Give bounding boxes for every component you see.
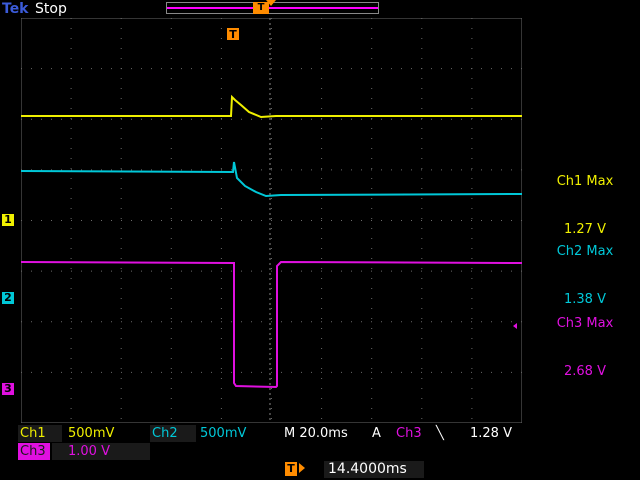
timebase-readout[interactable]: M 20.0ms — [282, 425, 372, 442]
ch1-scale[interactable]: 500mV — [64, 425, 148, 442]
ch3-max-readout: Ch3 Max 2.68 V — [540, 284, 630, 396]
trigger-marker-label: T — [229, 28, 237, 41]
ch1-max-label: Ch1 Max — [556, 174, 614, 189]
ch3-max-value: 2.68 V — [564, 364, 606, 379]
trigger-slope-icon: ╲ — [436, 426, 444, 441]
trigger-source[interactable]: Ch3 — [396, 425, 428, 442]
trigger-position-arrow-icon — [299, 463, 305, 473]
ch2-max-label: Ch2 Max — [556, 244, 614, 259]
ch3-scale[interactable]: 1.00 V — [52, 443, 150, 460]
ch2-ground-marker[interactable]: 2 — [2, 292, 14, 304]
record-bar-fill — [167, 7, 378, 9]
trigger-mode: A — [372, 426, 381, 441]
ch3-max-label: Ch3 Max — [556, 316, 614, 331]
trigger-position-arrow-top — [266, 0, 276, 6]
waveform-display: T — [21, 18, 522, 423]
trigger-position-icon: T — [285, 462, 297, 476]
ch2-scale[interactable]: 500mV — [198, 425, 282, 442]
ch2-label[interactable]: Ch2 — [150, 425, 196, 442]
acquisition-status: Stop — [35, 1, 67, 17]
ch1-label[interactable]: Ch1 — [18, 425, 62, 442]
ch1-ground-marker[interactable]: 1 — [2, 214, 14, 226]
ch3-ground-marker[interactable]: 3 — [2, 383, 14, 395]
brand-logo: Tek — [2, 0, 29, 18]
ch3-label[interactable]: Ch3 — [18, 443, 50, 460]
bottom-status-row1: Ch1 500mV Ch2 500mV M 20.0ms A Ch3 ╲ 1.2… — [18, 425, 526, 442]
bottom-status-row2: Ch3 1.00 V — [18, 443, 158, 460]
trigger-level[interactable]: 1.28 V — [470, 425, 526, 442]
brand-text: Tek — [2, 1, 29, 17]
trigger-position-value[interactable]: 14.4000ms — [324, 461, 424, 478]
